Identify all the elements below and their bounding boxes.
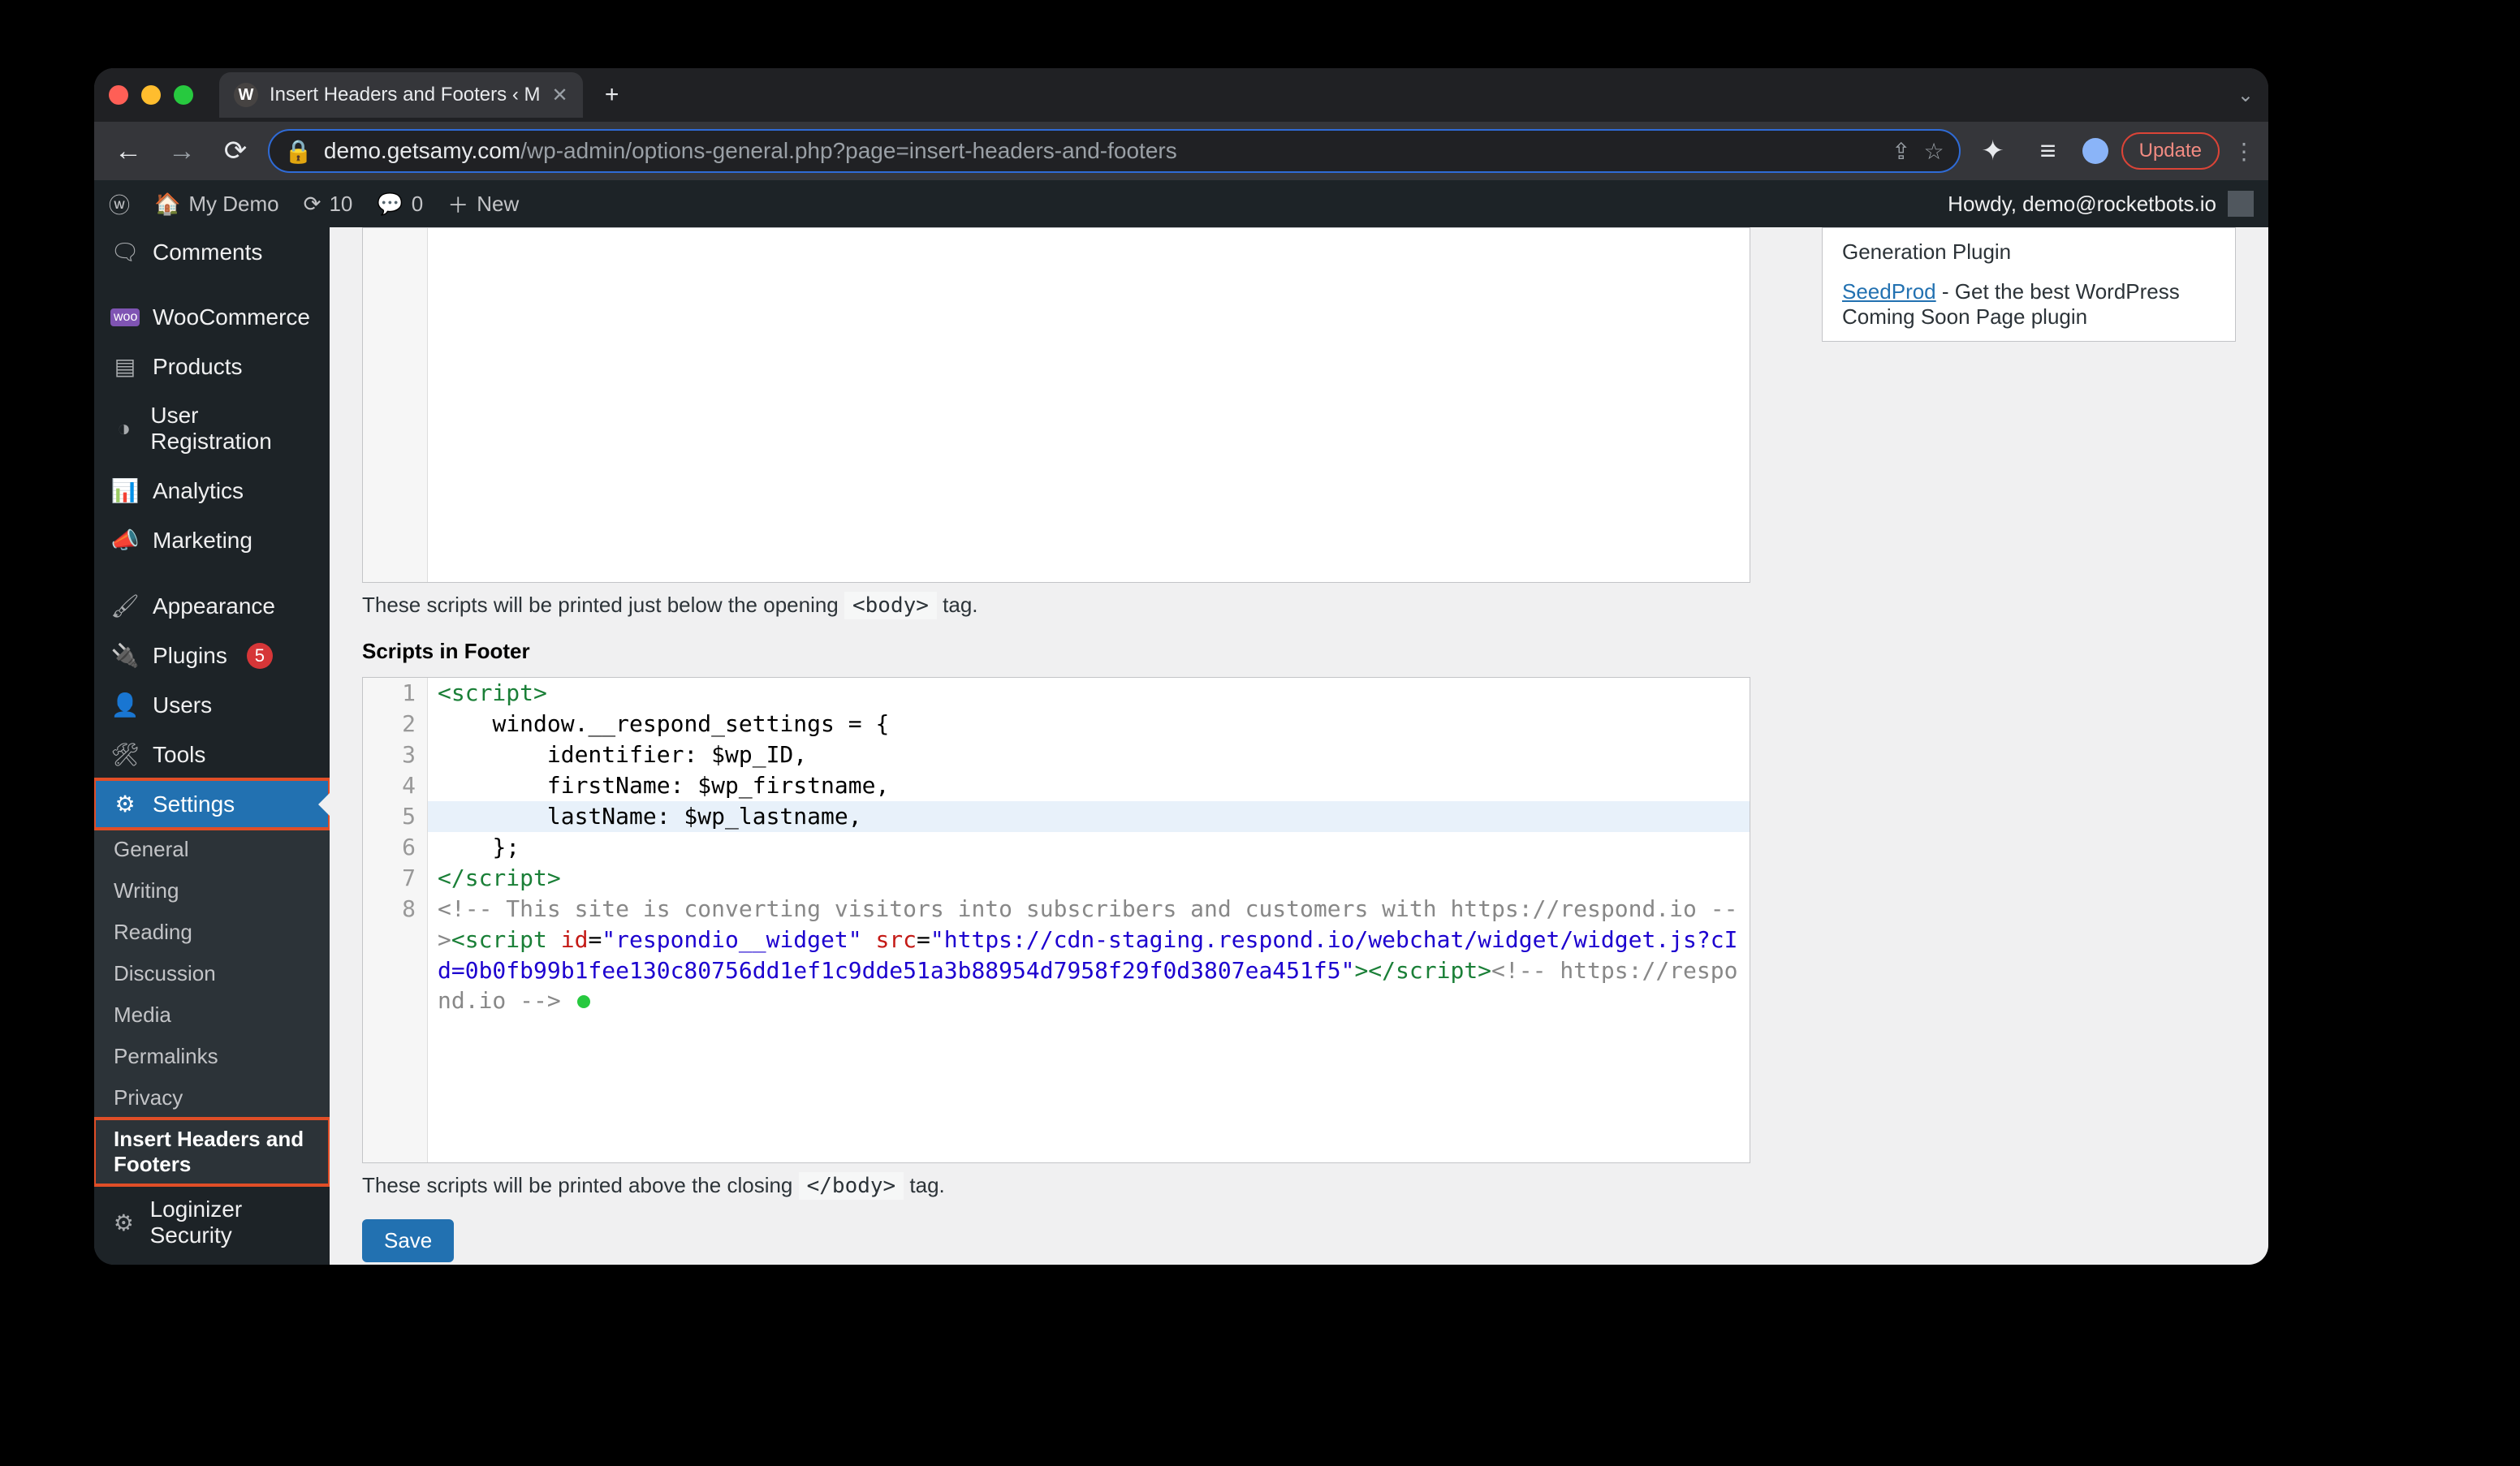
address-bar[interactable]: 🔒 demo.getsamy.com/wp-admin/options-gene…	[268, 129, 1961, 173]
sidebar-sub-general[interactable]: General	[94, 829, 330, 870]
extensions-icon[interactable]: ✦	[1972, 130, 2014, 172]
reading-list-icon[interactable]: ≡	[2027, 130, 2069, 172]
wp-sidebar: 🗨Comments wooWooCommerce ▤Products ◑User…	[94, 227, 330, 1265]
minimize-window-icon[interactable]	[141, 85, 161, 105]
plugin-promo-widget: Generation Plugin SeedProd - Get the bes…	[1822, 227, 2236, 342]
body-helper-text: These scripts will be printed just below…	[362, 593, 1750, 618]
browser-tab[interactable]: W Insert Headers and Footers ‹ M ✕	[219, 72, 583, 118]
sidebar-sub-media[interactable]: Media	[94, 994, 330, 1036]
widget-seedprod-link[interactable]: SeedProd	[1842, 279, 1936, 304]
sidebar-item-settings[interactable]: ⚙Settings	[94, 779, 330, 829]
avatar-icon	[2228, 191, 2254, 217]
woo-icon: woo	[110, 308, 140, 326]
bookmark-icon[interactable]: ☆	[1924, 138, 1944, 165]
widget-line1: Generation Plugin	[1842, 239, 2216, 265]
admin-comments[interactable]: 💬 0	[377, 192, 423, 217]
settings-icon: ⚙	[110, 791, 140, 817]
footer-section-label: Scripts in Footer	[362, 639, 1750, 664]
admin-account[interactable]: Howdy, demo@rocketbots.io	[1948, 191, 2254, 217]
maximize-window-icon[interactable]	[174, 85, 193, 105]
sidebar-sub-discussion[interactable]: Discussion	[94, 953, 330, 994]
plugins-badge: 5	[247, 643, 273, 669]
users-icon: 👤	[110, 692, 140, 718]
user-reg-icon: ◑	[110, 416, 137, 442]
browser-toolbar: ← → ⟳ 🔒 demo.getsamy.com/wp-admin/option…	[94, 122, 2268, 180]
share-icon[interactable]: ⇪	[1892, 138, 1910, 165]
admin-site-link[interactable]: 🏠 My Demo	[154, 192, 279, 217]
browser-tab-bar: W Insert Headers and Footers ‹ M ✕ + ⌄	[94, 68, 2268, 122]
sidebar-item-loginizer[interactable]: ⚙Loginizer Security	[94, 1185, 330, 1260]
sidebar-item-marketing[interactable]: 📣Marketing	[94, 515, 330, 565]
tools-icon: 🛠	[110, 741, 140, 768]
analytics-icon: 📊	[110, 477, 140, 504]
close-tab-icon[interactable]: ✕	[551, 84, 567, 107]
profile-avatar-icon[interactable]	[2082, 138, 2108, 164]
scripts-in-body-editor[interactable]	[362, 227, 1750, 583]
appearance-icon: 🖌	[110, 593, 140, 619]
url-path: /wp-admin/options-general.php?page=inser…	[520, 138, 1177, 163]
admin-revisions[interactable]: ⟳ 10	[304, 192, 353, 217]
wordpress-favicon-icon: W	[234, 83, 258, 107]
products-icon: ▤	[110, 353, 140, 380]
tabs-overflow-icon[interactable]: ⌄	[2237, 84, 2254, 107]
plugins-icon: 🔌	[110, 642, 140, 669]
save-button[interactable]: Save	[362, 1219, 454, 1262]
sidebar-item-tools[interactable]: 🛠Tools	[94, 730, 330, 779]
new-tab-button[interactable]: +	[594, 77, 630, 113]
sidebar-item-comments[interactable]: 🗨Comments	[94, 227, 330, 277]
sidebar-item-plugins[interactable]: 🔌Plugins5	[94, 631, 330, 680]
status-dot-icon	[577, 995, 590, 1008]
footer-helper-text: These scripts will be printed above the …	[362, 1173, 1750, 1198]
sidebar-sub-reading: Reading	[94, 912, 330, 953]
browser-update-button[interactable]: Update	[2121, 132, 2220, 170]
sidebar-item-users[interactable]: 👤Users	[94, 680, 330, 730]
traffic-lights	[109, 85, 193, 105]
scripts-in-footer-editor[interactable]: 1<script> 2 window.__respond_settings = …	[362, 677, 1750, 1163]
tab-title: Insert Headers and Footers ‹ M	[270, 84, 540, 106]
howdy-text: Howdy, demo@rocketbots.io	[1948, 192, 2216, 217]
sidebar-sub-permalinks[interactable]: Permalinks	[94, 1036, 330, 1077]
sidebar-sub-insert-headers-footers[interactable]: Insert Headers and Footers	[94, 1119, 330, 1185]
close-window-icon[interactable]	[109, 85, 128, 105]
forward-button[interactable]: →	[161, 130, 203, 172]
sidebar-item-woocommerce[interactable]: wooWooCommerce	[94, 293, 330, 342]
settings-submenu: General Writing Reading Discussion Media…	[94, 829, 330, 1185]
sidebar-sub-privacy[interactable]: Privacy	[94, 1077, 330, 1119]
loginizer-icon: ⚙	[110, 1209, 137, 1236]
reload-button[interactable]: ⟳	[214, 130, 257, 172]
sidebar-item-user-registration[interactable]: ◑User Registration	[94, 391, 330, 466]
marketing-icon: 📣	[110, 527, 140, 554]
sidebar-item-appearance[interactable]: 🖌Appearance	[94, 581, 330, 631]
browser-menu-icon[interactable]: ⋮	[2233, 138, 2255, 165]
wp-logo-icon[interactable]: ⓦ	[109, 189, 130, 219]
lock-icon: 🔒	[284, 138, 313, 165]
admin-new-button[interactable]: ＋ New	[447, 189, 519, 219]
sidebar-item-analytics[interactable]: 📊Analytics	[94, 466, 330, 515]
back-button[interactable]: ←	[107, 130, 149, 172]
comments-icon: 🗨	[110, 239, 140, 265]
sidebar-sub-writing[interactable]: Writing	[94, 870, 330, 912]
wp-admin-bar: ⓦ 🏠 My Demo ⟳ 10 💬 0 ＋ New Howdy, demo@r…	[94, 180, 2268, 227]
sidebar-item-products[interactable]: ▤Products	[94, 342, 330, 391]
url-host: demo.getsamy.com	[324, 138, 520, 163]
